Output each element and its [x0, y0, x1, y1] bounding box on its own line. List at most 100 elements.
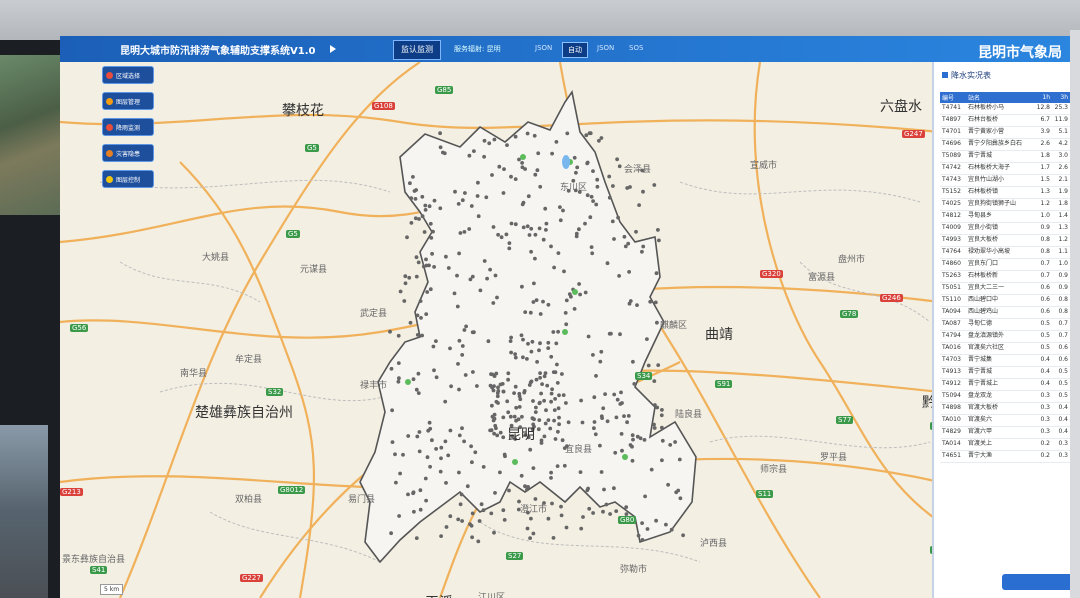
table-cell: 0.3	[1058, 440, 1068, 447]
header-cell: 1h	[1042, 94, 1050, 101]
table-row[interactable]: T5051 宜良大二三一 0.6 0.9	[940, 283, 1080, 295]
station-marker	[505, 143, 509, 147]
table-row[interactable]: T5263 石林板桥新 0.7 0.9	[940, 271, 1080, 283]
station-marker	[428, 464, 432, 469]
tab-auto[interactable]: 自动	[562, 42, 588, 58]
table-row[interactable]: T4025 宜良狗街镇狮子山 1.2 1.8	[940, 199, 1080, 211]
station-marker	[470, 535, 474, 540]
station-marker	[408, 320, 413, 325]
table-row[interactable]: T4913 晋宁晋城 0.4 0.5	[940, 367, 1080, 379]
table-cell: T4651	[942, 452, 961, 459]
map-place-label: 牟定县	[235, 355, 263, 365]
table-row[interactable]: T4009 宜良小街镇 0.9 1.3	[940, 223, 1080, 235]
station-marker	[531, 531, 536, 536]
table-row[interactable]: TA087 寻甸仁德 0.5 0.7	[940, 319, 1080, 331]
station-marker	[431, 229, 435, 234]
station-marker	[473, 450, 478, 455]
tab-json-2[interactable]: JSON	[592, 42, 619, 54]
station-marker	[486, 339, 491, 344]
station-marker	[589, 194, 594, 199]
menu-region-select[interactable]: 区域选择	[102, 66, 154, 84]
table-cell: 官渡矣六	[968, 416, 993, 423]
station-marker	[614, 509, 619, 513]
table-row[interactable]: T5089 晋宁晋城 1.8 3.0	[940, 151, 1080, 163]
table-row[interactable]: T4794 盘龙滇源镇外 0.5 0.7	[940, 331, 1080, 343]
station-marker	[507, 488, 511, 493]
table-row[interactable]: T4812 寻甸县乡 1.0 1.4	[940, 211, 1080, 223]
station-marker	[509, 221, 514, 226]
table-row[interactable]: TA016 官渡矣六社区 0.5 0.6	[940, 343, 1080, 355]
station-marker	[506, 410, 511, 415]
tab-json-1[interactable]: JSON	[530, 42, 557, 54]
station-marker	[578, 292, 582, 297]
table-row[interactable]: T4993 宜良大板桥 0.8 1.2	[940, 235, 1080, 247]
table-row[interactable]: T4897 石林台板桥 6.7 11.9	[940, 115, 1080, 127]
map-place-label: 会泽县	[624, 165, 652, 175]
station-marker	[420, 214, 425, 219]
menu-rain-monitor[interactable]: 降雨监测	[102, 118, 154, 136]
header-cell: 3h	[1060, 94, 1068, 101]
table-row[interactable]: T4703 晋宁城集 0.4 0.6	[940, 355, 1080, 367]
menu-layer-manage[interactable]: 图层管理	[102, 92, 154, 110]
play-icon[interactable]	[330, 45, 336, 53]
table-cell: 0.4	[1058, 404, 1068, 411]
table-cell: 1.8	[1058, 200, 1068, 207]
station-marker	[460, 198, 465, 203]
station-marker	[533, 497, 538, 501]
table-cell: 1.1	[1058, 248, 1068, 255]
station-marker	[528, 447, 533, 452]
station-marker	[553, 397, 557, 401]
station-marker	[425, 290, 430, 294]
table-row[interactable]: T4743 宜良竹山湖小 1.5 2.1	[940, 175, 1080, 187]
monitor-button[interactable]: 监认监测	[393, 40, 441, 60]
map-place-label: 弥勒市	[620, 565, 648, 575]
table-row[interactable]: T5110 西山碧口中 0.6 0.8	[940, 295, 1080, 307]
table-row[interactable]: T4860 宜良东门口 0.7 1.0	[940, 259, 1080, 271]
station-marker	[578, 470, 583, 474]
table-cell: 4.2	[1058, 140, 1068, 147]
station-marker	[587, 131, 592, 136]
table-row[interactable]: TA010 官渡矣六 0.3 0.4	[940, 415, 1080, 427]
table-row[interactable]: T4898 官渡大板桥 0.3 0.4	[940, 403, 1080, 415]
station-marker	[439, 534, 443, 538]
table-row[interactable]: TA094 西山碧鸡山 0.6 0.8	[940, 307, 1080, 319]
table-row[interactable]: T4696 晋宁夕阳彝族乡白石 2.6 4.2	[940, 139, 1080, 151]
station-marker	[463, 373, 468, 377]
station-marker	[636, 533, 641, 538]
station-marker	[519, 333, 524, 338]
table-row[interactable]: T5152 石林板桥镇 1.3 1.9	[940, 187, 1080, 199]
menu-hazard[interactable]: 灾害隐患	[102, 144, 154, 162]
table-cell: 0.3	[1058, 452, 1068, 459]
station-marker	[492, 412, 497, 417]
station-marker	[557, 393, 561, 398]
export-button[interactable]	[1002, 574, 1080, 590]
menu-label: 灾害隐患	[116, 150, 141, 158]
menu-layer-control[interactable]: 图层控制	[102, 170, 154, 188]
station-marker	[529, 516, 533, 521]
table-cell: 宜良大二三一	[968, 284, 1005, 291]
map-canvas[interactable]: 攀枝花六盘水曲靖昆明玉溪楚雄彝族自治州黔西南布依族苗族东川区禄丰市宣威市富源县陆…	[60, 62, 1034, 598]
table-row[interactable]: T4912 晋宁晋城上 0.4 0.5	[940, 379, 1080, 391]
table-row[interactable]: TA014 官渡关上 0.2 0.3	[940, 439, 1080, 451]
tab-sos[interactable]: SOS	[624, 42, 648, 54]
station-marker	[393, 452, 397, 457]
station-marker	[462, 328, 467, 332]
station-marker	[495, 391, 500, 395]
table-row[interactable]: T4651 晋宁大渔 0.2 0.3	[940, 451, 1080, 463]
station-marker	[521, 337, 525, 342]
station-marker	[592, 395, 597, 400]
station-marker	[479, 502, 484, 507]
table-cell: 12.8	[1036, 104, 1050, 111]
table-row[interactable]: T4764 禄劝翠华小高坡 0.8 1.1	[940, 247, 1080, 259]
station-marker	[574, 170, 578, 175]
table-row[interactable]: T4829 官渡六甲 0.3 0.4	[940, 427, 1080, 439]
station-marker	[414, 255, 419, 260]
table-cell: 1.9	[1058, 188, 1068, 195]
station-marker	[549, 244, 553, 249]
station-marker	[421, 264, 426, 269]
table-row[interactable]: T4742 石林板桥大海子 1.7 2.6	[940, 163, 1080, 175]
table-row[interactable]: T5094 盘龙双龙 0.3 0.5	[940, 391, 1080, 403]
station-marker	[652, 426, 657, 430]
table-row[interactable]: T4741 石林板桥小马 12.8 25.3	[940, 103, 1080, 115]
table-row[interactable]: T4701 晋宁黄家小营 3.9 5.1	[940, 127, 1080, 139]
